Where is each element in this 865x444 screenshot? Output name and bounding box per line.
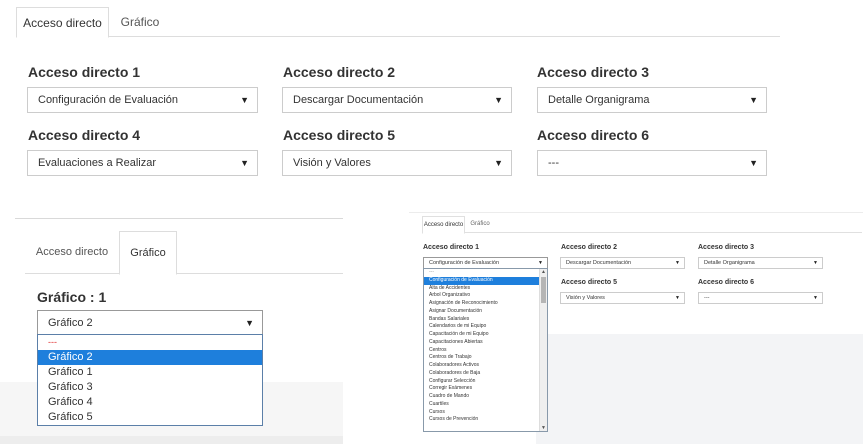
chevron-down-icon: ▼ [245,318,254,328]
dropdown-scrollbar[interactable]: ▲ ▼ [539,269,547,431]
dropdown-option[interactable]: Colaboradores de Baja [424,370,541,378]
scrollbar-thumb[interactable] [541,277,546,303]
shortcut-1-value: Configuración de Evaluación [429,260,500,266]
shortcut-5-select[interactable]: Visión y Valores ▼ [560,292,685,304]
dropdown-option[interactable]: Colaboradores Activos [424,362,541,370]
dropdown-options: --- Configuración de Evaluación Alta de … [424,269,541,424]
shortcut-3-select[interactable]: Detalle Organigrama ▼ [698,257,823,269]
chart-select[interactable]: Gráfico 2 ▼ [37,310,263,335]
shortcut-2-label: Acceso directo 2 [561,244,618,251]
tab-acceso-directo[interactable]: Acceso directo [16,7,109,38]
dropdown-option[interactable]: Árbol Organizativo [424,292,541,300]
shortcut-1-value: Configuración de Evaluación [38,94,179,106]
chart-select-value: Gráfico 2 [48,317,93,329]
chevron-down-icon: ▼ [240,95,249,105]
dropdown-option[interactable]: Configurar Selección [424,378,541,386]
dropdown-option[interactable]: Corregir Exámenes [424,385,541,393]
shortcut-5-select[interactable]: Visión y Valores ▼ [282,150,512,176]
chevron-down-icon: ▼ [538,260,543,266]
chart-label: Gráfico : 1 [37,289,107,305]
shortcut-1-dropdown-list: --- Configuración de Evaluación Alta de … [423,268,548,432]
shortcut-2-label: Acceso directo 2 [283,64,396,80]
chevron-down-icon: ▼ [240,158,249,168]
dropdown-option[interactable]: Centros [424,347,541,355]
chevron-down-icon: ▼ [813,260,818,266]
shortcut-2-value: Descargar Documentación [293,94,424,106]
chart-panel: Acceso directo Gráfico Gráfico : 1 Gráfi… [0,212,343,444]
shortcut-3-value: Detalle Organigrama [548,94,650,106]
shortcuts-panel-dropdown-open: Acceso directo Gráfico Acceso directo 1 … [409,212,863,444]
shortcut-5-value: Visión y Valores [566,295,605,301]
chart-dropdown-list: --- Gráfico 2 Gráfico 1 Gráfico 3 Gráfic… [37,334,263,426]
shortcut-2-value: Descargar Documentación [566,260,632,266]
chevron-down-icon: ▼ [494,158,503,168]
shortcut-6-label: Acceso directo 6 [698,279,755,286]
dropdown-option[interactable]: --- [424,269,541,277]
chevron-down-icon: ▼ [675,295,680,301]
dropdown-option[interactable]: Capacitación de mi Equipo [424,331,541,339]
tab-bar: Acceso directo Gráfico [422,216,862,234]
tab-grafico[interactable]: Gráfico [465,216,495,234]
shortcut-3-label: Acceso directo 3 [537,64,650,80]
dropdown-option[interactable]: Bandas Salariales [424,316,541,324]
shortcut-6-select[interactable]: --- ▼ [698,292,823,304]
chevron-down-icon: ▼ [494,95,503,105]
tab-grafico[interactable]: Gráfico [109,7,171,38]
dropdown-option[interactable]: Cuadro de Mando [424,393,541,401]
shortcut-3-select[interactable]: Detalle Organigrama ▼ [537,87,767,113]
dropdown-option[interactable]: Gráfico 3 [38,380,262,395]
shortcut-1-label: Acceso directo 1 [28,64,141,80]
shortcut-6-value: --- [548,157,559,169]
panel-background [536,334,863,444]
shortcut-1-label: Acceso directo 1 [423,244,480,251]
dropdown-option[interactable]: Gráfico 4 [38,395,262,410]
panel-footer [0,436,343,444]
shortcut-6-value: --- [704,295,710,301]
shortcut-3-label: Acceso directo 3 [698,244,755,251]
dropdown-option[interactable]: Cursos de Prevención [424,416,541,424]
shortcut-5-label: Acceso directo 5 [283,127,396,143]
dropdown-option[interactable]: Capacitaciones Abiertas [424,339,541,347]
dropdown-option-selected[interactable]: Configuración de Evaluación [424,276,541,285]
shortcut-3-value: Detalle Organigrama [704,260,755,266]
dropdown-option[interactable]: Asignación de Reconocimiento [424,300,541,308]
shortcut-2-select[interactable]: Descargar Documentación ▼ [560,257,685,269]
tab-acceso-directo[interactable]: Acceso directo [422,216,465,234]
tab-bar: Acceso directo Gráfico [16,7,780,38]
dropdown-option[interactable]: Cursos [424,409,541,417]
dropdown-option[interactable]: --- [38,335,262,350]
chevron-down-icon: ▼ [749,158,758,168]
shortcut-4-select[interactable]: Evaluaciones a Realizar ▼ [27,150,258,176]
shortcut-6-label: Acceso directo 6 [537,127,650,143]
dropdown-option[interactable]: Calendarios de mi Equipo [424,323,541,331]
chevron-down-icon: ▼ [675,260,680,266]
dropdown-option[interactable]: Gráfico 5 [38,410,262,425]
chevron-down-icon: ▼ [749,95,758,105]
dropdown-option[interactable]: Gráfico 1 [38,365,262,380]
shortcut-4-value: Evaluaciones a Realizar [38,157,157,169]
tab-grafico[interactable]: Gráfico [119,231,177,275]
divider [409,212,863,213]
chevron-down-icon: ▼ [813,295,818,301]
dropdown-option[interactable]: Alta de Accidentes [424,285,541,293]
dropdown-option[interactable]: Cuartiles [424,401,541,409]
tab-acceso-directo[interactable]: Acceso directo [25,231,119,275]
shortcut-6-select[interactable]: --- ▼ [537,150,767,176]
shortcuts-panel-top: Acceso directo Gráfico Acceso directo 1 … [0,0,865,200]
shortcut-5-value: Visión y Valores [293,157,371,169]
shortcut-5-label: Acceso directo 5 [561,279,618,286]
shortcut-1-select[interactable]: Configuración de Evaluación ▼ [27,87,258,113]
divider [15,218,343,219]
shortcut-2-select[interactable]: Descargar Documentación ▼ [282,87,512,113]
dropdown-option-selected[interactable]: Gráfico 2 [38,350,262,365]
tab-bar: Acceso directo Gráfico [25,231,343,275]
scroll-up-icon[interactable]: ▲ [541,269,546,275]
dropdown-option[interactable]: Asignar Documentación [424,308,541,316]
scroll-down-icon[interactable]: ▼ [541,425,546,431]
dropdown-option[interactable]: Centros de Trabajo [424,354,541,362]
shortcut-4-label: Acceso directo 4 [28,127,141,143]
